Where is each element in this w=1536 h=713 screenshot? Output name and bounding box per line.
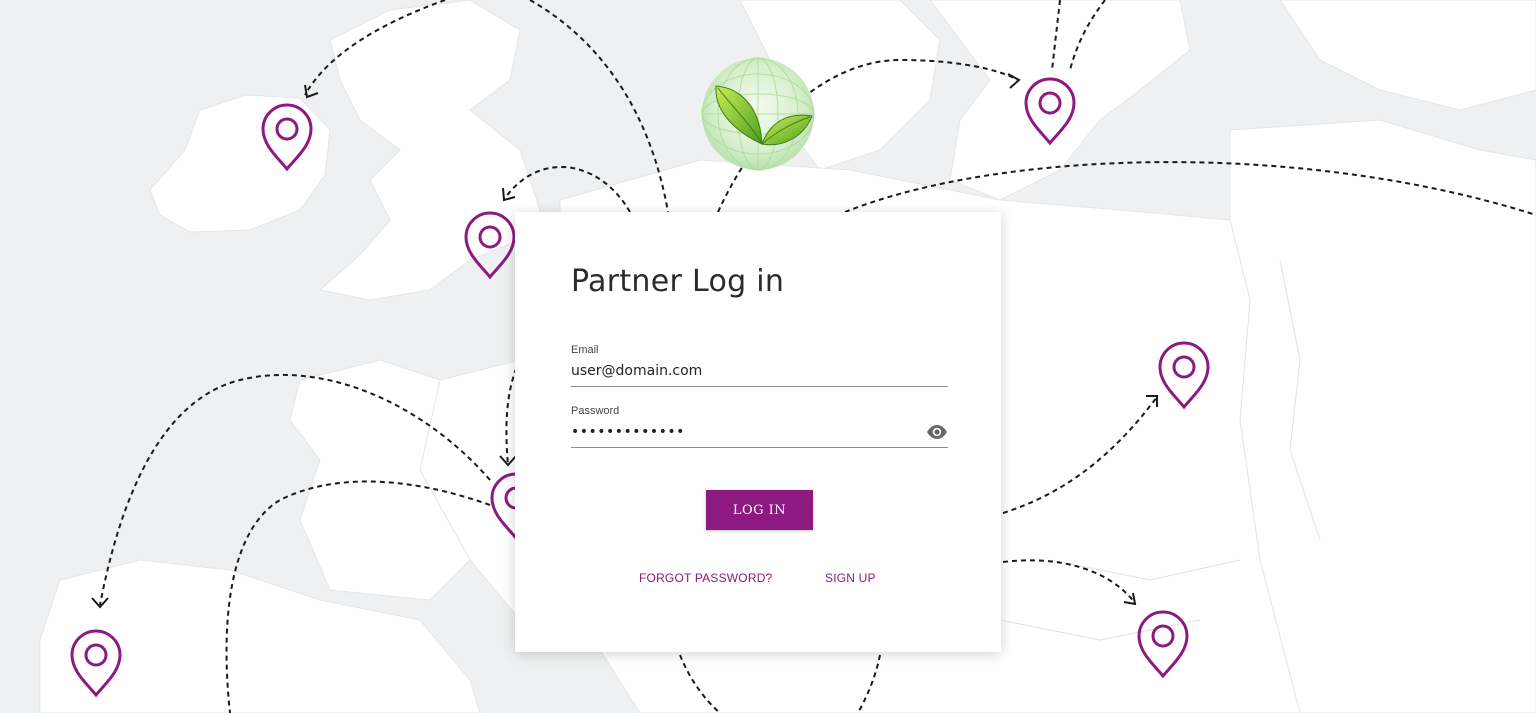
page-background: Partner Log in Email Password ••••••••••…	[0, 0, 1536, 713]
password-field-group: Password •••••••••••••	[571, 405, 948, 448]
password-input-wrapper: •••••••••••••	[571, 420, 948, 448]
password-label: Password	[571, 405, 620, 417]
forgot-password-link[interactable]: FORGOT PASSWORD?	[639, 571, 772, 585]
email-field-group: Email	[571, 344, 948, 387]
page-title: Partner Log in	[571, 264, 785, 299]
password-field[interactable]: •••••••••••••	[571, 420, 948, 448]
email-label: Email	[571, 344, 599, 356]
sign-up-link[interactable]: SIGN UP	[825, 571, 876, 585]
login-button[interactable]: LOG IN	[706, 490, 813, 530]
login-card: Partner Log in Email Password ••••••••••…	[515, 212, 1001, 652]
leaf-globe-icon	[701, 57, 815, 171]
email-field[interactable]	[571, 359, 948, 387]
eye-icon[interactable]	[926, 424, 948, 440]
